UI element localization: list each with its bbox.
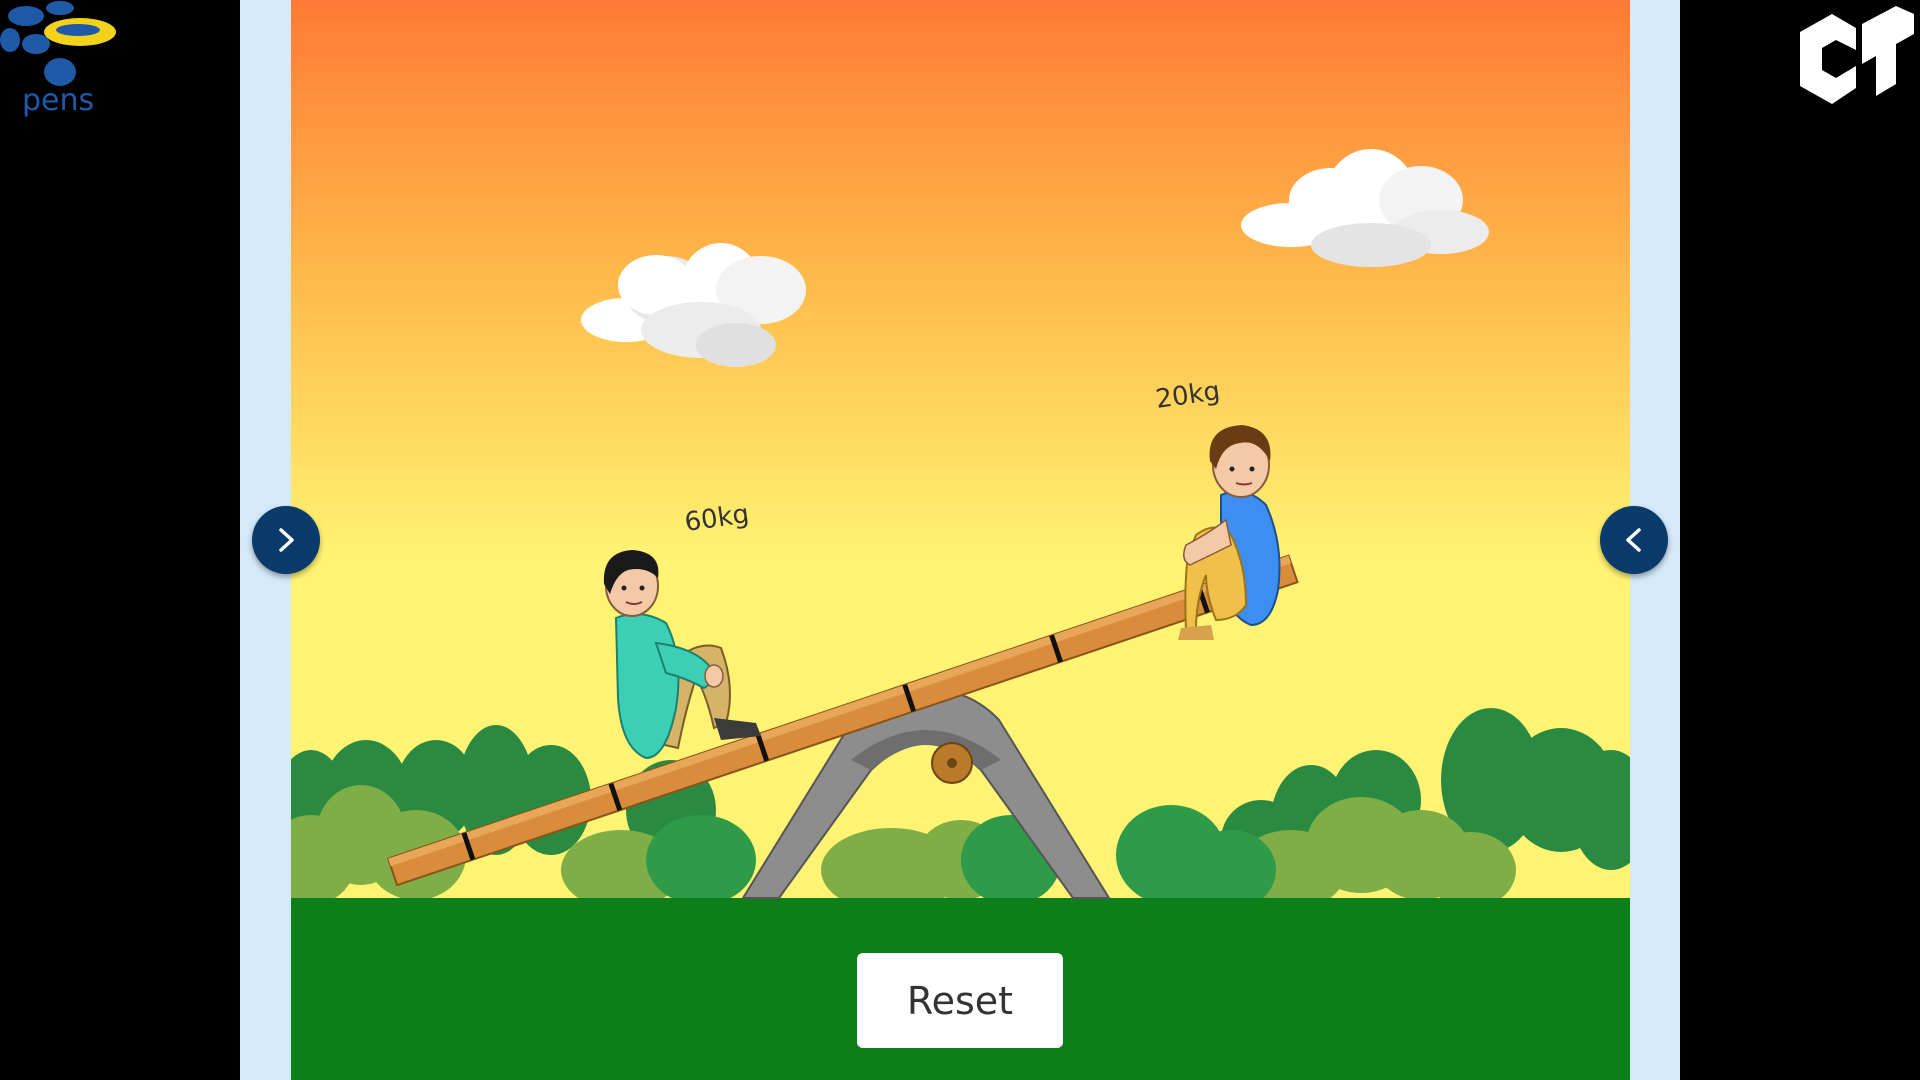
seesaw-scene: 60kg 20kg — [291, 0, 1630, 1080]
pens-logo: pens — [0, 0, 122, 122]
chevron-right-icon — [279, 528, 294, 552]
prev-button[interactable] — [252, 506, 320, 574]
brand-logo — [1792, 0, 1920, 118]
chevron-left-icon — [1626, 528, 1641, 552]
next-button[interactable] — [1600, 506, 1668, 574]
reset-button[interactable]: Reset — [857, 953, 1063, 1048]
pens-logo-text: pens — [22, 83, 94, 118]
